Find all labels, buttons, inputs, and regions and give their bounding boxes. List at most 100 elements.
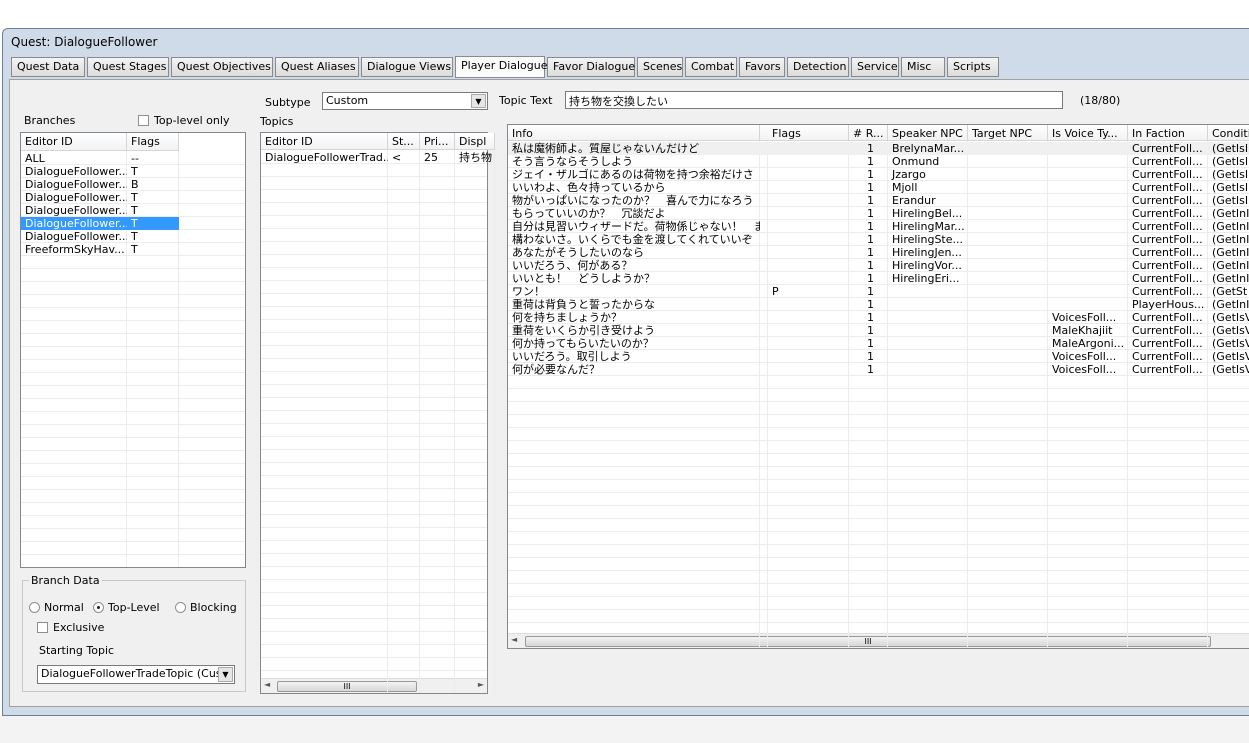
table-cell <box>1048 155 1128 168</box>
table-cell: HirelingSte... <box>892 233 963 246</box>
topic-text-input[interactable]: 持ち物を交換したい <box>565 91 1063 109</box>
table-row[interactable]: ALL -- <box>21 152 179 165</box>
column-header-displ[interactable]: Displ <box>455 133 495 150</box>
tab-misc[interactable]: Misc <box>901 57 945 77</box>
column-header-is-voice-ty-[interactable]: Is Voice Ty... <box>1048 125 1128 141</box>
table-cell: (GetIsI <box>1212 142 1249 155</box>
table-row[interactable]: いいとも！ どうしようか？ 1 HirelingEri... CurrentFoll.… <box>508 272 1249 285</box>
table-row[interactable]: 自分は見習いウィザードだ。荷物係じゃない！ ま... 1 HirelingMar..… <box>508 220 1249 233</box>
table-row[interactable]: DialogueFollower... T <box>21 204 179 217</box>
info-list[interactable]: ◄ III Info Flags # R... Speaker NPC Target NP… <box>507 124 1249 649</box>
column-divider <box>494 150 495 693</box>
radio-blocking[interactable]: Blocking <box>175 601 237 614</box>
table-cell: ALL <box>25 152 45 165</box>
radio-normal-label: Normal <box>44 601 84 614</box>
tab-detection[interactable]: Detection <box>787 57 849 77</box>
table-row[interactable]: FreeformSkyHav... T <box>21 243 179 256</box>
starting-topic-select[interactable]: DialogueFollowerTradeTopic (Cust ▼ <box>37 665 235 684</box>
exclusive-checkbox[interactable]: Exclusive <box>37 621 104 634</box>
top-level-only-checkbox[interactable]: Top-level only <box>138 114 229 127</box>
column-header-editor-id[interactable]: Editor ID <box>261 133 388 150</box>
table-cell <box>1048 168 1128 181</box>
table-row[interactable]: あなたがそうしたいのなら 1 HirelingJen... CurrentFoll..… <box>508 246 1249 259</box>
table-cell: 何か持ってもらいたいのか？ <box>512 337 654 350</box>
table-row[interactable]: 何が必要なんだ？ 1 VoicesFoll... CurrentFoll... (Get… <box>508 363 1249 376</box>
column-header-conditio[interactable]: Conditio <box>1208 125 1249 141</box>
table-row[interactable]: いいわよ、色々持っているから 1 Mjoll CurrentFoll... (GetIs… <box>508 181 1249 194</box>
scroll-thumb[interactable]: III <box>277 681 417 692</box>
row-gridline <box>261 358 487 359</box>
table-cell <box>888 324 968 337</box>
table-cell <box>968 207 1048 220</box>
column-header-flags[interactable]: Flags <box>768 125 849 141</box>
tab-quest-aliases[interactable]: Quest Aliases <box>275 57 359 77</box>
column-header--r-[interactable]: # R... <box>849 125 888 141</box>
column-header-in-faction[interactable]: In Faction <box>1128 125 1208 141</box>
tab-favor-dialogue[interactable]: Favor Dialogue <box>547 57 635 77</box>
table-cell <box>760 311 768 324</box>
row-gridline <box>21 450 245 451</box>
table-row[interactable]: もらっていいのか？ 冗談だよ 1 HirelingBel... CurrentFoll… <box>508 207 1249 220</box>
radio-normal[interactable]: Normal <box>29 601 84 614</box>
table-cell: Erandur <box>892 194 936 207</box>
table-cell <box>760 220 768 233</box>
table-row[interactable]: DialogueFollower... T <box>21 217 179 230</box>
row-gridline <box>21 502 245 503</box>
subtype-select[interactable]: Custom ▼ <box>322 92 488 110</box>
table-row[interactable]: DialogueFollower... T <box>21 165 179 178</box>
table-row[interactable]: 何を持ちましょうか？ 1 VoicesFoll... CurrentFoll... (G… <box>508 311 1249 324</box>
table-row[interactable]: ジェイ・ザルゴにあるのは荷物を持つ余裕だけさ 1 Jzargo CurrentFoll… <box>508 168 1249 181</box>
column-header-st-[interactable]: St... <box>388 133 420 150</box>
row-gridline <box>508 479 1249 480</box>
column-header-pri-[interactable]: Pri... <box>420 133 455 150</box>
tab-favors[interactable]: Favors <box>739 57 785 77</box>
row-gridline <box>21 554 245 555</box>
table-row[interactable]: いいだろう、何がある？ 1 HirelingVor... CurrentFoll...… <box>508 259 1249 272</box>
table-row[interactable]: DialogueFollowerTrad... <25 持ち物 <box>261 151 495 164</box>
tab-quest-data[interactable]: Quest Data <box>11 57 85 77</box>
topic-text-count: (18/80) <box>1080 94 1121 107</box>
table-cell: 1 <box>867 272 874 285</box>
table-cell: FreeformSkyHav... <box>25 243 125 256</box>
row-gridline <box>261 605 487 606</box>
tab-scenes[interactable]: Scenes <box>637 57 683 77</box>
table-cell: (GetInI <box>1212 272 1249 285</box>
tab-quest-objectives[interactable]: Quest Objectives <box>171 57 273 77</box>
table-cell: CurrentFoll... <box>1132 246 1203 259</box>
scroll-thumb[interactable]: III <box>525 636 1211 647</box>
table-cell <box>968 324 1048 337</box>
table-row[interactable]: DialogueFollower... T <box>21 191 179 204</box>
table-row[interactable]: 重荷は背負うと誓ったからな 1 PlayerHous... (GetInI <box>508 298 1249 311</box>
row-gridline <box>261 540 487 541</box>
tab-quest-stages[interactable]: Quest Stages <box>87 57 169 77</box>
topics-list[interactable]: ◄ III ► Editor ID St... Pri... Displ DialogueF… <box>260 132 495 694</box>
tab-combat[interactable]: Combat <box>685 57 737 77</box>
row-gridline <box>508 440 1249 441</box>
table-row[interactable]: DialogueFollower... T <box>21 230 179 243</box>
table-row[interactable]: 何か持ってもらいたいのか？ 1 MaleArgoni... CurrentFoll..… <box>508 337 1249 350</box>
column-header-info[interactable]: Info <box>508 125 760 141</box>
radio-top-level[interactable]: Top-Level <box>93 601 160 614</box>
column-header-flags[interactable]: Flags <box>127 133 179 151</box>
table-cell: HirelingBel... <box>892 207 963 220</box>
table-row[interactable]: DialogueFollower... B <box>21 178 179 191</box>
row-gridline <box>21 489 245 490</box>
column-header-target-npc[interactable]: Target NPC <box>968 125 1048 141</box>
table-row[interactable]: いいだろう。取引しよう 1 VoicesFoll... CurrentFoll... (… <box>508 350 1249 363</box>
tab-player-dialogue[interactable]: Player Dialogue <box>455 56 548 78</box>
subtype-value: Custom <box>326 94 369 107</box>
row-gridline <box>261 592 487 593</box>
table-row[interactable]: 物がいっぱいになったのか？ 喜んで力になろう 1 Erandur CurrentFol… <box>508 194 1249 207</box>
column-header-speaker-npc[interactable]: Speaker NPC <box>888 125 968 141</box>
tab-dialogue-views[interactable]: Dialogue Views <box>361 57 453 77</box>
branches-list[interactable]: Editor ID Flags ALL -- DialogueFollower... T D… <box>20 132 246 568</box>
column-header-editor-id[interactable]: Editor ID <box>21 133 127 151</box>
tab-scripts[interactable]: Scripts <box>947 57 999 77</box>
tab-service[interactable]: Service <box>851 57 899 77</box>
table-row[interactable]: 重荷をいくらか引き受けよう 1 MaleKhajiit CurrentFoll... (… <box>508 324 1249 337</box>
table-row[interactable]: 構わないさ。いくらでも金を渡してくれていいぞ 1 HirelingSte... Cur… <box>508 233 1249 246</box>
table-row[interactable]: 私は魔術師よ。質屋じゃないんだけど 1 BrelynaMar... CurrentFo… <box>508 142 1249 155</box>
table-cell <box>968 337 1048 350</box>
table-row[interactable]: ワン！ P 1 CurrentFoll... (GetSt <box>508 285 1249 298</box>
table-row[interactable]: そう言うならそうしよう 1 Onmund CurrentFoll... (GetIsI <box>508 155 1249 168</box>
